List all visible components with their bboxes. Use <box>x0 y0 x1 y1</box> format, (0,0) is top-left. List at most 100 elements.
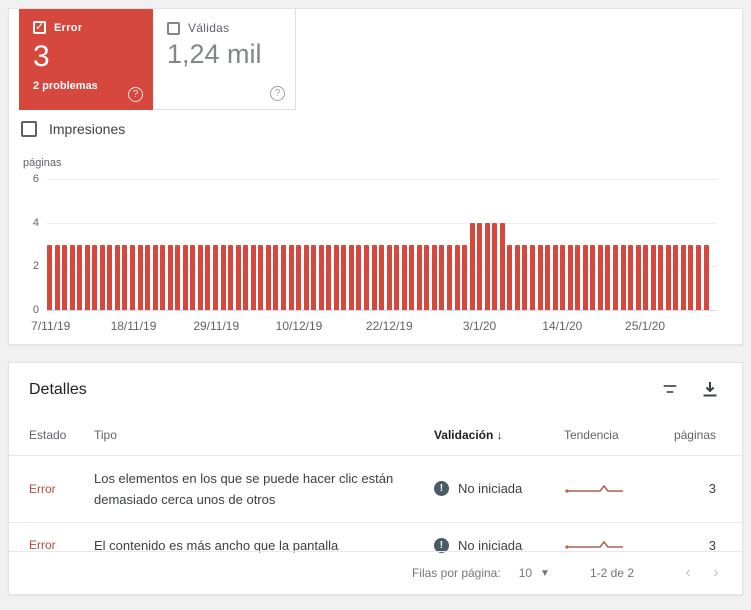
chart-bar <box>341 244 347 310</box>
exclamation-icon: ! <box>433 481 449 496</box>
error-count: 3 <box>33 40 50 73</box>
row-status: Error <box>29 481 56 496</box>
x-tick-label: 3/1/20 <box>462 319 497 333</box>
error-issues-count: 2 problemas <box>33 80 98 92</box>
chart-bar <box>394 244 400 310</box>
chart-bar <box>114 244 120 310</box>
chart-bar <box>401 244 407 310</box>
chart-bar <box>190 244 196 310</box>
chart-bar <box>635 244 641 310</box>
chart-bar <box>431 244 437 310</box>
x-tick-label: 10/12/19 <box>275 319 323 333</box>
chart-bar <box>605 244 611 310</box>
previous-page-button[interactable]: ‹ <box>674 564 702 582</box>
chart-bar <box>386 244 392 310</box>
chart-bar <box>167 244 173 310</box>
table-header-row: Estado Tipo Validación ↓ Tendencia págin… <box>9 415 744 455</box>
column-header-validacion[interactable]: Validación ↓ <box>434 415 564 455</box>
column-header-estado: Estado <box>29 427 67 442</box>
table-row[interactable]: Error Los elementos en los que se puede … <box>9 455 744 522</box>
pagination-range: 1-2 de 2 <box>589 566 634 580</box>
error-bar-chart <box>47 179 709 310</box>
chart-bar <box>552 244 558 310</box>
chart-bar <box>416 244 422 310</box>
chart-bar <box>265 244 271 310</box>
chart-bar <box>650 244 656 310</box>
filter-icon[interactable] <box>662 383 678 397</box>
chart-bar <box>213 244 219 310</box>
chart-bar <box>688 244 694 310</box>
y-tick-label: 4 <box>32 216 39 229</box>
impressions-toggle[interactable]: Impresiones <box>21 121 125 137</box>
error-checkbox[interactable] <box>33 20 46 34</box>
column-header-paginas: páginas <box>673 427 716 442</box>
x-tick-label: 18/11/19 <box>110 319 157 333</box>
chart-bar <box>363 244 369 310</box>
rows-per-page-select[interactable]: 10 ▼ <box>519 566 550 580</box>
chart-bar <box>243 244 249 310</box>
chart-bar <box>273 244 279 310</box>
valid-card-label: Válidas <box>188 21 230 35</box>
details-panel: Detalles Estado Tipo Validación ↓ Tenden… <box>8 362 744 595</box>
help-icon[interactable]: ? <box>128 87 143 102</box>
help-icon[interactable]: ? <box>270 86 285 101</box>
chart-bar <box>575 244 581 310</box>
chart-bar <box>703 244 709 310</box>
chart-bar <box>77 244 83 310</box>
valid-checkbox[interactable] <box>167 21 180 35</box>
chart-bar <box>311 244 317 310</box>
chart-bar <box>530 244 535 310</box>
chart-bar <box>514 244 520 310</box>
impressions-checkbox[interactable] <box>21 121 37 137</box>
chart-bar <box>145 244 151 310</box>
chart-bar <box>326 244 332 310</box>
chart-bar <box>220 244 226 310</box>
chart-bar <box>424 244 430 310</box>
x-tick-label: 14/1/20 <box>542 319 583 333</box>
y-tick-label: 2 <box>32 260 39 273</box>
chart-bar <box>152 244 158 310</box>
chart-bar <box>197 244 203 310</box>
chart-bar <box>522 244 528 310</box>
row-page-count: 3 <box>708 481 716 496</box>
chart-bar <box>696 244 702 310</box>
chart-bar <box>567 244 573 310</box>
chart-bar <box>507 244 513 310</box>
details-title: Detalles <box>29 381 87 398</box>
chart-bar <box>348 244 354 310</box>
sort-descending-icon: ↓ <box>496 427 503 442</box>
x-tick-label: 25/1/20 <box>625 319 666 333</box>
chevron-down-icon: ▼ <box>540 567 550 579</box>
chart-bar <box>454 244 460 310</box>
chart-bar <box>303 244 309 310</box>
chart-bar <box>175 244 181 310</box>
chart-bar <box>597 244 603 310</box>
chart-bar <box>356 244 362 310</box>
chart-bar <box>462 244 468 310</box>
valid-count: 1,24 mil <box>167 39 262 69</box>
status-chart-panel: Error 3 2 problemas ? Válidas 1,24 mil ?… <box>8 8 743 345</box>
download-icon[interactable] <box>702 381 718 398</box>
chart-bar <box>137 244 143 310</box>
chart-bar <box>84 244 90 310</box>
chart-bar <box>628 244 634 310</box>
next-page-button[interactable]: › <box>702 564 730 582</box>
error-summary-card[interactable]: Error 3 2 problemas ? <box>19 9 153 110</box>
chart-bar <box>205 244 211 310</box>
chart-bar <box>280 244 286 310</box>
chart-bar <box>235 244 241 310</box>
chart-bar <box>680 244 686 310</box>
valid-summary-card[interactable]: Válidas 1,24 mil ? <box>153 9 296 110</box>
x-tick-label: 22/12/19 <box>365 319 413 333</box>
chart-bar <box>673 244 679 310</box>
y-tick-label: 6 <box>32 173 39 185</box>
x-tick-label: 7/11/19 <box>31 319 71 333</box>
chart-bar <box>409 244 415 310</box>
chart-bar <box>620 244 626 310</box>
chart-bar <box>47 244 52 310</box>
chart-bar <box>182 244 188 310</box>
chart-bar <box>228 244 234 310</box>
error-card-label: Error <box>54 21 83 34</box>
chart-bar <box>469 222 475 310</box>
column-header-tipo: Tipo <box>93 427 117 442</box>
